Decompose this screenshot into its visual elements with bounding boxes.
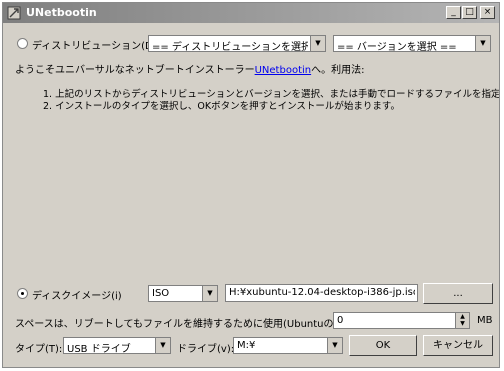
distribution-select[interactable]: == ディストリビューションを選択 == ▼	[148, 35, 326, 53]
ok-button[interactable]: OK	[349, 335, 417, 356]
image-path-input[interactable]: H:¥xubuntu-12.04-desktop-i386-jp.iso	[225, 284, 418, 302]
diskimage-radio[interactable]	[17, 288, 28, 299]
distribution-radio-label[interactable]: ディストリビューション(D)	[32, 37, 157, 52]
install-type-select[interactable]: USB ドライブ ▼	[63, 337, 171, 355]
space-spinbox[interactable]: 0 ▲ ▼	[333, 312, 470, 329]
cancel-button[interactable]: キャンセル	[423, 335, 493, 356]
maximize-icon: □	[465, 7, 474, 17]
install-type-value: USB ドライブ	[67, 344, 131, 355]
image-type-value: ISO	[152, 288, 170, 299]
maximize-button[interactable]: □	[462, 6, 477, 19]
chevron-down-icon[interactable]: ▼	[155, 338, 170, 353]
browse-button[interactable]: ...	[423, 283, 493, 304]
image-path-value: H:¥xubuntu-12.04-desktop-i386-jp.iso	[229, 287, 415, 298]
chevron-down-icon[interactable]: ▼	[310, 36, 325, 51]
unetbootin-app-icon	[7, 6, 21, 20]
version-select-value: == バージョンを選択 ==	[337, 42, 457, 53]
drive-select[interactable]: M:¥ ▼	[233, 337, 343, 354]
minimize-button[interactable]: _	[446, 6, 461, 19]
unetbootin-window: UNetbootin _ □ × ディストリビューション(D) == ディストリ…	[2, 2, 500, 368]
intro-text: ようこそユニバーサルなネットブートインストーラーUNetbootinへ。利用法:	[15, 61, 364, 76]
drive-value: M:¥	[237, 340, 256, 351]
diskimage-radio-label[interactable]: ディスクイメージ(i)	[32, 287, 122, 302]
close-button[interactable]: ×	[480, 6, 495, 19]
title-bar[interactable]: UNetbootin _ □ ×	[3, 3, 499, 23]
space-label: スペースは、リブートしてもファイルを維持するために使用(Ubuntuのみ):	[15, 319, 351, 330]
chevron-down-icon[interactable]: ▼	[475, 36, 490, 51]
type-label: タイプ(T):	[15, 344, 63, 355]
version-select[interactable]: == バージョンを選択 == ▼	[333, 35, 491, 53]
image-type-select[interactable]: ISO ▼	[148, 285, 218, 302]
chevron-down-icon[interactable]: ▼	[202, 286, 217, 301]
space-value: 0	[337, 315, 344, 326]
distribution-select-value: == ディストリビューションを選択 ==	[152, 42, 308, 53]
intro-suffix: へ。利用法:	[311, 65, 365, 76]
drive-label: ドライブ(v):	[177, 344, 235, 355]
intro-prefix: ようこそユニバーサルなネットブートインストーラー	[15, 65, 255, 76]
unetbootin-link[interactable]: UNetbootin	[255, 65, 312, 76]
minimize-icon: _	[451, 7, 456, 17]
instruction-step-2: 2. インストールのタイプを選択し、OKボタンを押すとインストールが始まります。	[43, 101, 400, 112]
window-title: UNetbootin	[26, 6, 97, 19]
distribution-radio[interactable]	[17, 38, 28, 49]
close-icon: ×	[483, 7, 492, 17]
spin-down-icon[interactable]: ▼	[455, 320, 469, 328]
space-unit: MB	[477, 315, 493, 326]
chevron-down-icon[interactable]: ▼	[327, 338, 342, 353]
